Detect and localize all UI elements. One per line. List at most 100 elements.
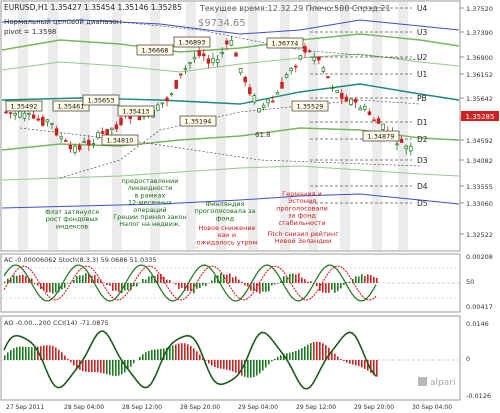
ac-bar xyxy=(7,278,9,283)
ao-bar xyxy=(151,350,153,360)
ac-bar xyxy=(115,283,117,291)
candle-body xyxy=(41,116,45,126)
ac-bar xyxy=(322,283,324,293)
ao-bar xyxy=(181,343,183,360)
ac-bar xyxy=(316,283,318,287)
ac-bar xyxy=(301,277,303,283)
candle-body xyxy=(321,67,326,72)
ao-bar xyxy=(58,349,60,360)
ac-bar xyxy=(76,276,78,283)
time-axis-label: 29 Sep 20:00 xyxy=(354,404,394,411)
ao-bar xyxy=(145,352,147,360)
ao-bar xyxy=(274,358,276,360)
ao-bar xyxy=(109,360,111,376)
ac-bar xyxy=(265,283,267,292)
ao-bar xyxy=(190,345,192,360)
candle-body xyxy=(206,58,211,64)
ao-bar xyxy=(376,360,378,377)
ac-bar xyxy=(220,273,222,283)
ao-bar xyxy=(316,341,318,360)
candle-body xyxy=(358,107,362,111)
ao-axis-label: 0 xyxy=(466,355,470,363)
ao-bar xyxy=(133,360,135,364)
ao-bar xyxy=(85,360,87,372)
ao-bar xyxy=(265,360,267,368)
ao-bar xyxy=(142,354,144,360)
ao-bar xyxy=(337,356,339,360)
balance-value: $9734.65 xyxy=(198,18,246,29)
candle-body xyxy=(381,123,385,130)
candle-body xyxy=(215,59,220,63)
ac-bar xyxy=(151,275,153,283)
level-label-u4: U4 xyxy=(417,4,427,13)
ao-bar xyxy=(307,344,309,360)
ao-bar xyxy=(271,360,273,362)
candle-body xyxy=(128,116,132,120)
candle-body xyxy=(4,111,8,114)
candle-body xyxy=(197,50,201,57)
ao-bar xyxy=(172,345,174,360)
ao-cci-panel[interactable] xyxy=(0,315,461,401)
ao-panel-header: AO -0.00...200 CCI(14) -71.0875 xyxy=(4,319,109,327)
candle-body xyxy=(8,112,13,114)
price-axis-label: 1.36900 xyxy=(466,54,493,62)
candle-body xyxy=(248,87,252,95)
candle-body xyxy=(64,140,68,142)
ao-bar xyxy=(43,345,45,360)
ao-bar xyxy=(31,347,33,360)
price-callout-text: 1.34810 xyxy=(107,137,134,145)
candle-body xyxy=(77,145,82,150)
ao-bar xyxy=(214,360,216,368)
ac-bar xyxy=(157,274,159,283)
ao-bar xyxy=(46,345,48,360)
time-axis[interactable]: 27 Sep 2011 28 Sep 04:00 28 Sep 12:00 28 Se… xyxy=(6,404,452,411)
ac-bar xyxy=(16,275,18,283)
ao-bar xyxy=(112,360,114,376)
ao-bar xyxy=(130,360,132,367)
ao-bar xyxy=(196,351,198,360)
candle-body xyxy=(330,87,335,89)
ac-bar xyxy=(325,283,327,293)
ao-axis-label: 0.0146 xyxy=(466,320,489,328)
price-callout-text: 1.35529 xyxy=(297,103,324,111)
candle-body xyxy=(294,65,298,68)
ac-bar xyxy=(361,274,363,283)
candle-body xyxy=(298,54,303,60)
candle-body xyxy=(363,106,367,110)
price-axis[interactable]: 1.37520 1.37390 1.36900 1.36152 1.35642 1.352… xyxy=(460,5,493,239)
ao-bar xyxy=(118,360,120,376)
candle-body xyxy=(353,98,358,103)
price-axis-label: 1.36152 xyxy=(466,71,493,79)
candle-body xyxy=(257,108,261,113)
candle-body xyxy=(225,40,229,45)
ac-bar xyxy=(343,283,345,285)
candle-body xyxy=(160,102,165,105)
ao-bar xyxy=(364,360,366,369)
pivot-value: pivot = 1.3598 xyxy=(4,28,56,36)
ao-bar xyxy=(67,358,69,360)
ao-bar xyxy=(100,360,102,373)
ac-bar xyxy=(247,283,249,287)
ac-bar xyxy=(292,273,294,283)
level-label-pb: PB xyxy=(417,94,427,103)
ac-bar xyxy=(181,283,183,288)
ac-bar xyxy=(238,279,240,283)
ac-panel-header: AC -0.00006062 Stoch(8,3,3) 59.0686 51.0… xyxy=(4,256,156,264)
time-axis-label: 29 Sep 04:00 xyxy=(238,404,278,411)
ac-bar xyxy=(211,280,213,283)
price-callout-text: 1.36774 xyxy=(272,40,299,48)
candle-body xyxy=(169,93,174,96)
ac-bar xyxy=(145,279,147,283)
ao-bar xyxy=(229,360,231,371)
candle-body xyxy=(165,97,169,102)
ac-bar xyxy=(307,281,309,283)
ao-bar xyxy=(73,360,75,366)
ac-bar xyxy=(355,276,357,283)
ac-bar xyxy=(148,276,150,283)
ao-bar xyxy=(289,352,291,360)
trading-chart: U4U3U2U1PBD1D2D3D4D5 1.35492 1.354611.356… xyxy=(0,0,499,411)
ac-bar xyxy=(37,283,39,286)
candle-body xyxy=(284,74,289,78)
candle-body xyxy=(137,116,142,121)
ao-bar xyxy=(268,360,270,365)
